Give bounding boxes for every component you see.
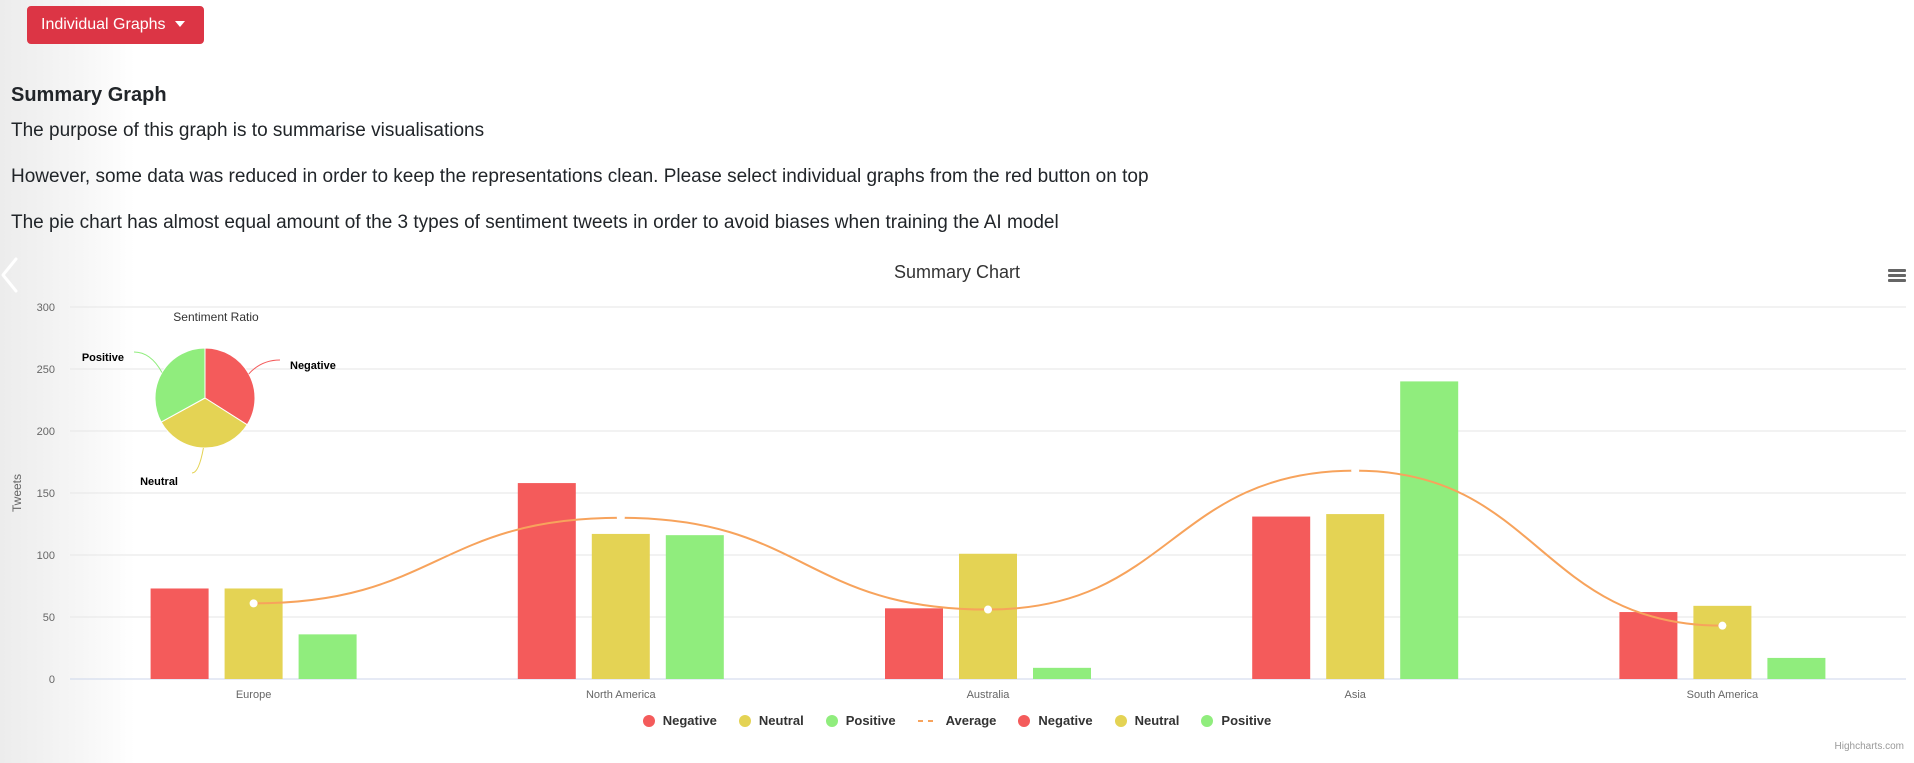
chart-svg: Summary Chart 0 50 100 150 200 250 300 Tweets Eur… xyxy=(10,262,1906,701)
legend-dot-symbol xyxy=(738,714,751,727)
bar-negative-australia xyxy=(885,608,943,679)
pie-connector-neutral xyxy=(191,447,204,474)
pie-title: Sentiment Ratio xyxy=(173,310,259,324)
legend-label: Neutral xyxy=(758,713,804,728)
page: Individual Graphs Summary Graph The purp… xyxy=(0,0,1914,763)
legend-line-symbol xyxy=(917,719,938,722)
legend-dot-symbol xyxy=(1201,714,1214,727)
y-tick-label: 100 xyxy=(37,550,55,562)
x-tick-label: South America xyxy=(1687,689,1759,701)
description-paragraph-2: However, some data was reduced in order … xyxy=(11,166,1149,187)
legend-dot-symbol xyxy=(642,714,655,727)
average-point-australia xyxy=(984,605,992,614)
chevron-left-icon[interactable] xyxy=(0,255,20,295)
legend-label: Negative xyxy=(1038,713,1093,728)
y-axis-label: Tweets xyxy=(10,474,24,512)
legend-dot-symbol xyxy=(825,714,838,727)
chart-credits[interactable]: Highcharts.com xyxy=(1835,741,1904,752)
summary-chart: Summary Chart 0 50 100 150 200 250 300 Tweets Eur… xyxy=(0,255,1914,763)
legend-label: Negative xyxy=(662,713,717,728)
individual-graphs-dropdown-button[interactable]: Individual Graphs xyxy=(27,6,204,44)
legend-label: Positive xyxy=(1221,713,1272,728)
x-tick-label: Australia xyxy=(967,689,1011,701)
y-tick-label: 150 xyxy=(37,488,55,500)
chart-legend: Negative Neutral Positive Average Negative Ne… xyxy=(0,713,1914,728)
bar-negative-north-america xyxy=(517,483,576,679)
bar-positive-north-america xyxy=(665,535,724,679)
bar-negative-south-america xyxy=(1619,612,1678,679)
legend-label: Average xyxy=(945,713,997,728)
page-title: Summary Graph xyxy=(11,84,167,106)
caret-down-icon xyxy=(174,21,185,27)
x-tick-label: Europe xyxy=(236,689,271,701)
legend-dot-symbol xyxy=(1018,714,1031,727)
bar-positive-asia xyxy=(1400,381,1459,679)
x-tick-label: North America xyxy=(586,689,657,701)
average-point-north-america xyxy=(616,513,625,522)
bar-positive-australia xyxy=(1033,667,1091,679)
y-tick-label: 200 xyxy=(37,426,55,438)
chart-title: Summary Chart xyxy=(894,262,1020,282)
legend-item-average[interactable]: Average xyxy=(917,713,997,728)
pie-label-positive: Positive xyxy=(82,352,124,364)
bar-neutral-asia xyxy=(1326,514,1385,679)
legend-item-neutral[interactable]: Neutral xyxy=(738,713,804,728)
pie-label-neutral: Neutral xyxy=(140,476,178,488)
dropdown-label: Individual Graphs xyxy=(41,16,166,33)
average-point-europe xyxy=(249,599,258,608)
bar-neutral-australia xyxy=(959,553,1017,679)
legend-item-negative[interactable]: Negative xyxy=(1018,713,1093,728)
legend-item-positive[interactable]: Positive xyxy=(825,713,896,728)
legend-item-negative[interactable]: Negative xyxy=(642,713,717,728)
y-tick-label: 0 xyxy=(49,674,55,686)
bar-positive-europe xyxy=(298,634,357,679)
hamburger-menu-icon[interactable] xyxy=(1888,267,1906,285)
bar-neutral-north-america xyxy=(591,533,650,679)
pie-label-negative: Negative xyxy=(290,360,336,372)
description-paragraph-1: The purpose of this graph is to summaris… xyxy=(11,120,485,141)
y-tick-label: 300 xyxy=(37,302,55,314)
average-point-south-america xyxy=(1718,621,1727,630)
legend-item-neutral[interactable]: Neutral xyxy=(1114,713,1180,728)
legend-item-positive[interactable]: Positive xyxy=(1201,713,1271,728)
legend-dot-symbol xyxy=(1114,714,1127,727)
legend-label: Neutral xyxy=(1134,713,1180,728)
bar-negative-europe xyxy=(150,588,209,679)
description-paragraph-3: The pie chart has almost equal amount of… xyxy=(11,212,1059,233)
x-tick-label: Asia xyxy=(1344,689,1366,701)
bar-negative-asia xyxy=(1252,516,1311,679)
bar-neutral-south-america xyxy=(1693,605,1752,679)
y-tick-label: 50 xyxy=(43,612,55,624)
y-tick-label: 250 xyxy=(37,364,55,376)
pie-connector-negative xyxy=(248,359,281,375)
bar-positive-south-america xyxy=(1767,657,1826,679)
average-point-asia xyxy=(1351,466,1360,475)
legend-label: Positive xyxy=(845,713,896,728)
